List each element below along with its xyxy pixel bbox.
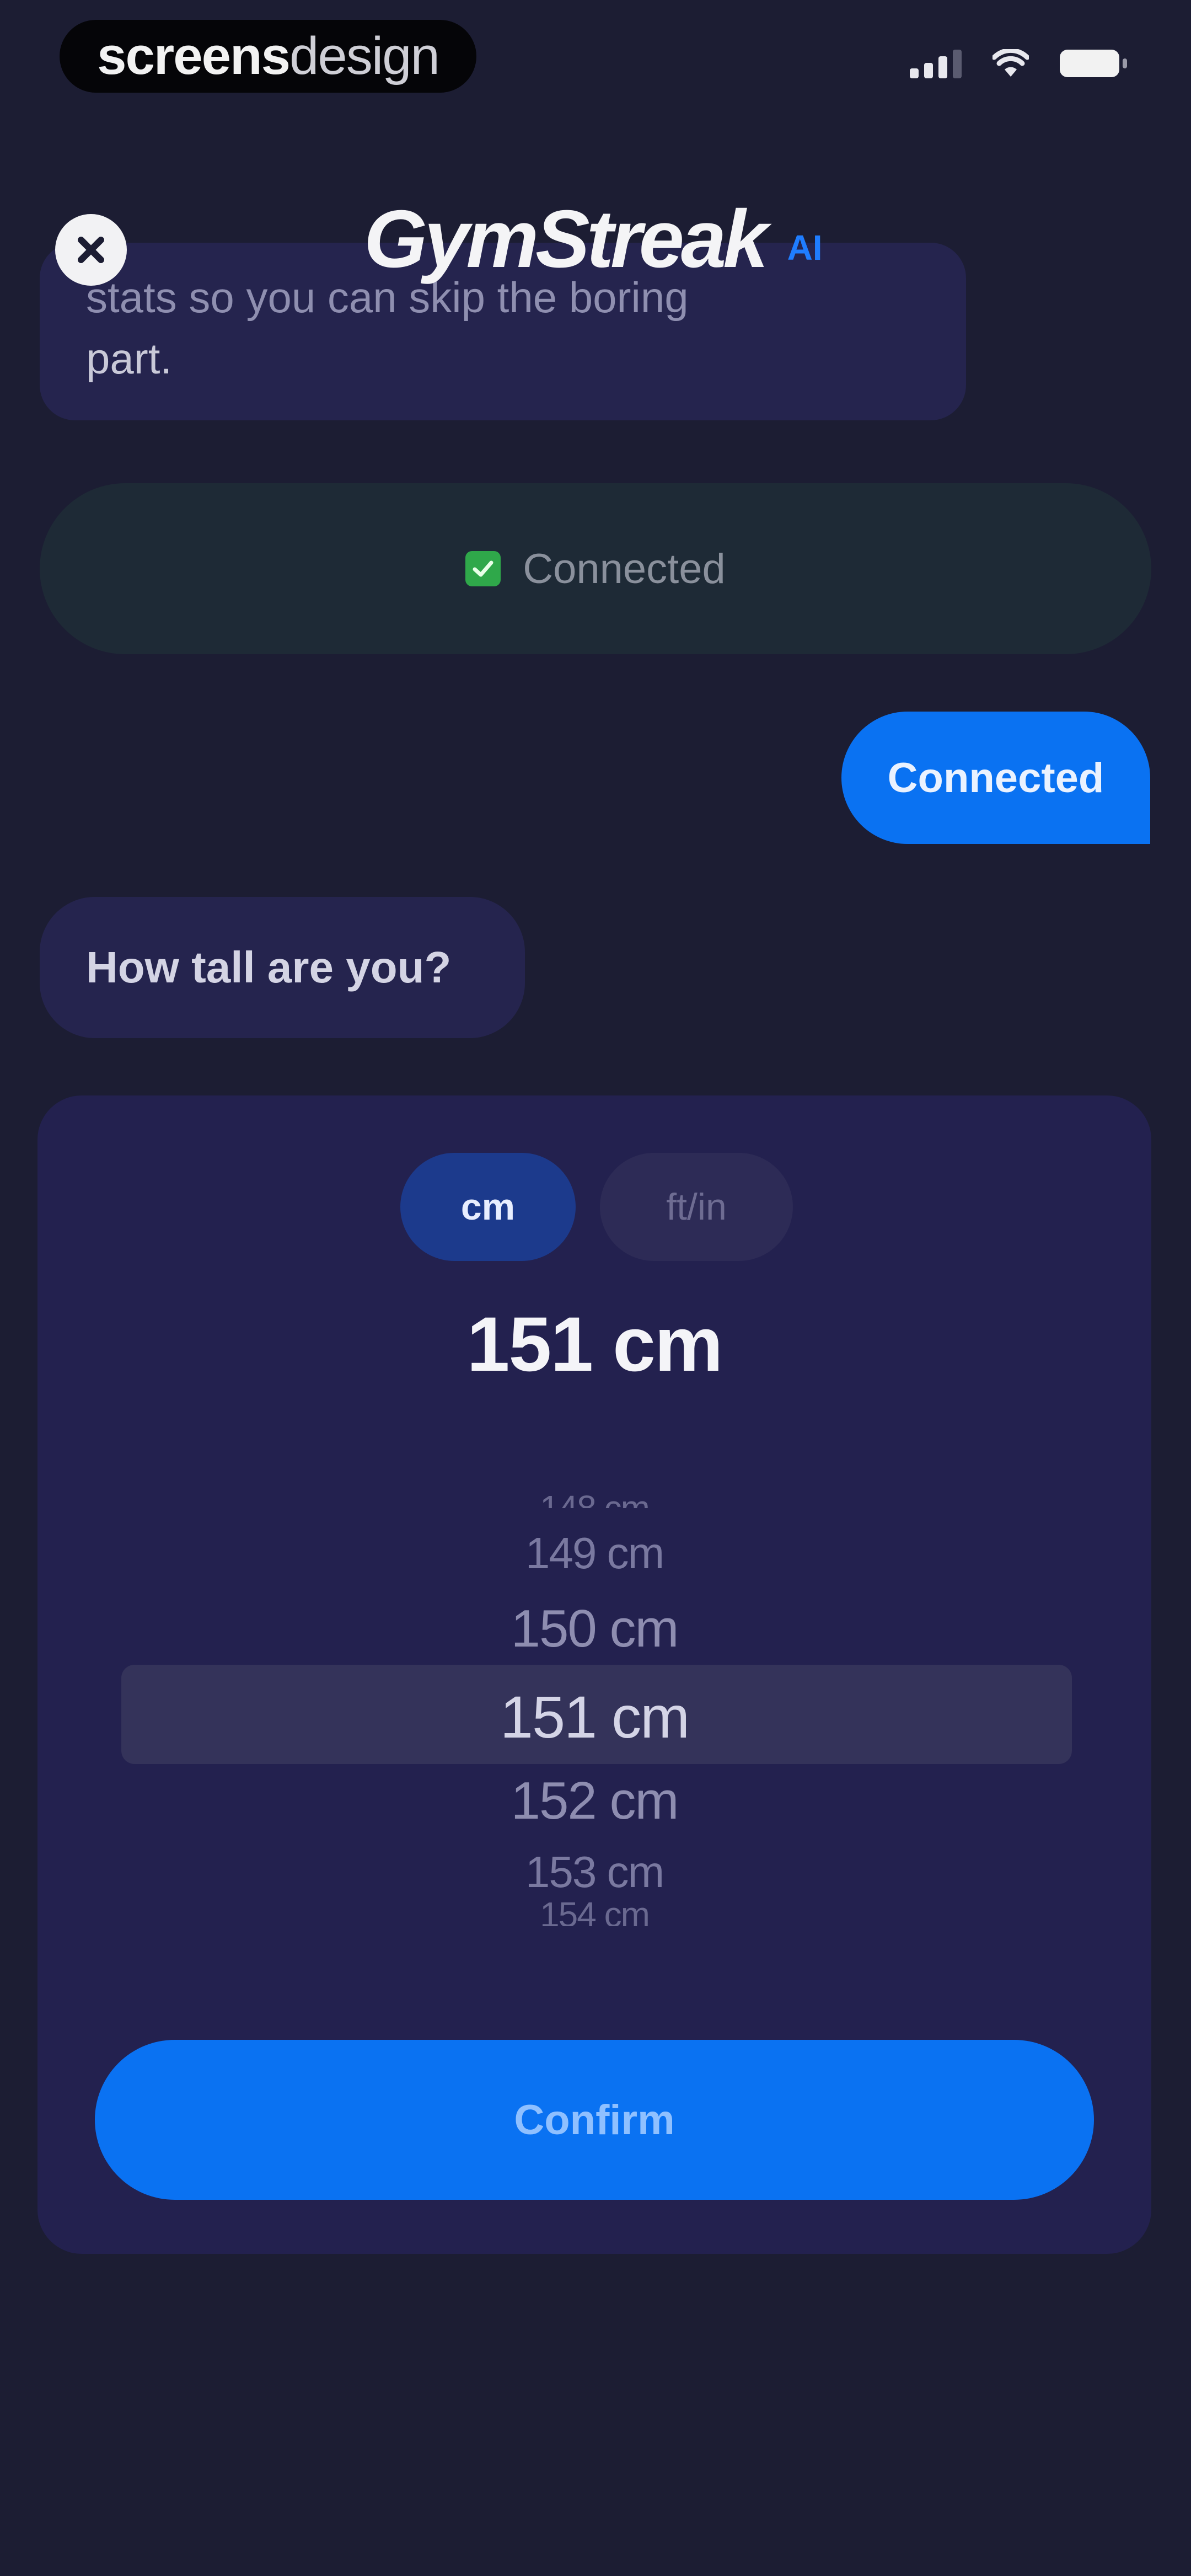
brand-name: GymStreak (364, 194, 769, 285)
unit-ftin-button[interactable]: ft/in (600, 1153, 793, 1261)
user-reply-bubble: Connected (841, 712, 1150, 844)
wheel-option[interactable]: 154 cm (37, 1901, 1151, 1926)
close-icon (78, 237, 104, 263)
status-icons (910, 49, 1127, 78)
battery-icon (1060, 50, 1127, 77)
close-button[interactable] (55, 214, 127, 286)
app-screen: screens design stats so you can skip the … (0, 0, 1191, 2576)
wifi-icon (993, 49, 1029, 77)
bot-message-last-line: part. (86, 334, 173, 383)
wheel-option[interactable]: 152 cm (37, 1771, 1151, 1831)
wheel-option[interactable]: 149 cm (37, 1528, 1151, 1579)
signal-icon (910, 49, 962, 78)
selected-height-display: 151 cm (466, 1301, 723, 1387)
brand-logo: GymStreak AI (364, 199, 823, 280)
connected-status-card: Connected (40, 483, 1151, 654)
wheel-option[interactable]: 153 cm (37, 1847, 1151, 1898)
height-picker-card: cm ft/in 151 cm 148 cm 149 cm 150 cm 151… (37, 1095, 1151, 2254)
confirm-button[interactable]: Confirm (95, 2040, 1094, 2200)
watermark-bold-text: screens (97, 26, 291, 85)
connected-status-label: Connected (523, 545, 726, 592)
unit-toggle: cm ft/in (400, 1153, 793, 1261)
wheel-option[interactable]: 150 cm (37, 1599, 1151, 1659)
bot-question-bubble: How tall are you? (40, 897, 525, 1038)
wheel-option[interactable]: 148 cm (37, 1482, 1151, 1508)
screensdesign-watermark: screens design (60, 20, 476, 93)
unit-cm-button[interactable]: cm (400, 1153, 576, 1261)
checkmark-icon (465, 551, 501, 586)
wheel-option-selected[interactable]: 151 cm (37, 1682, 1151, 1751)
watermark-light-text: design (289, 26, 440, 85)
brand-ai-badge: AI (787, 228, 823, 268)
